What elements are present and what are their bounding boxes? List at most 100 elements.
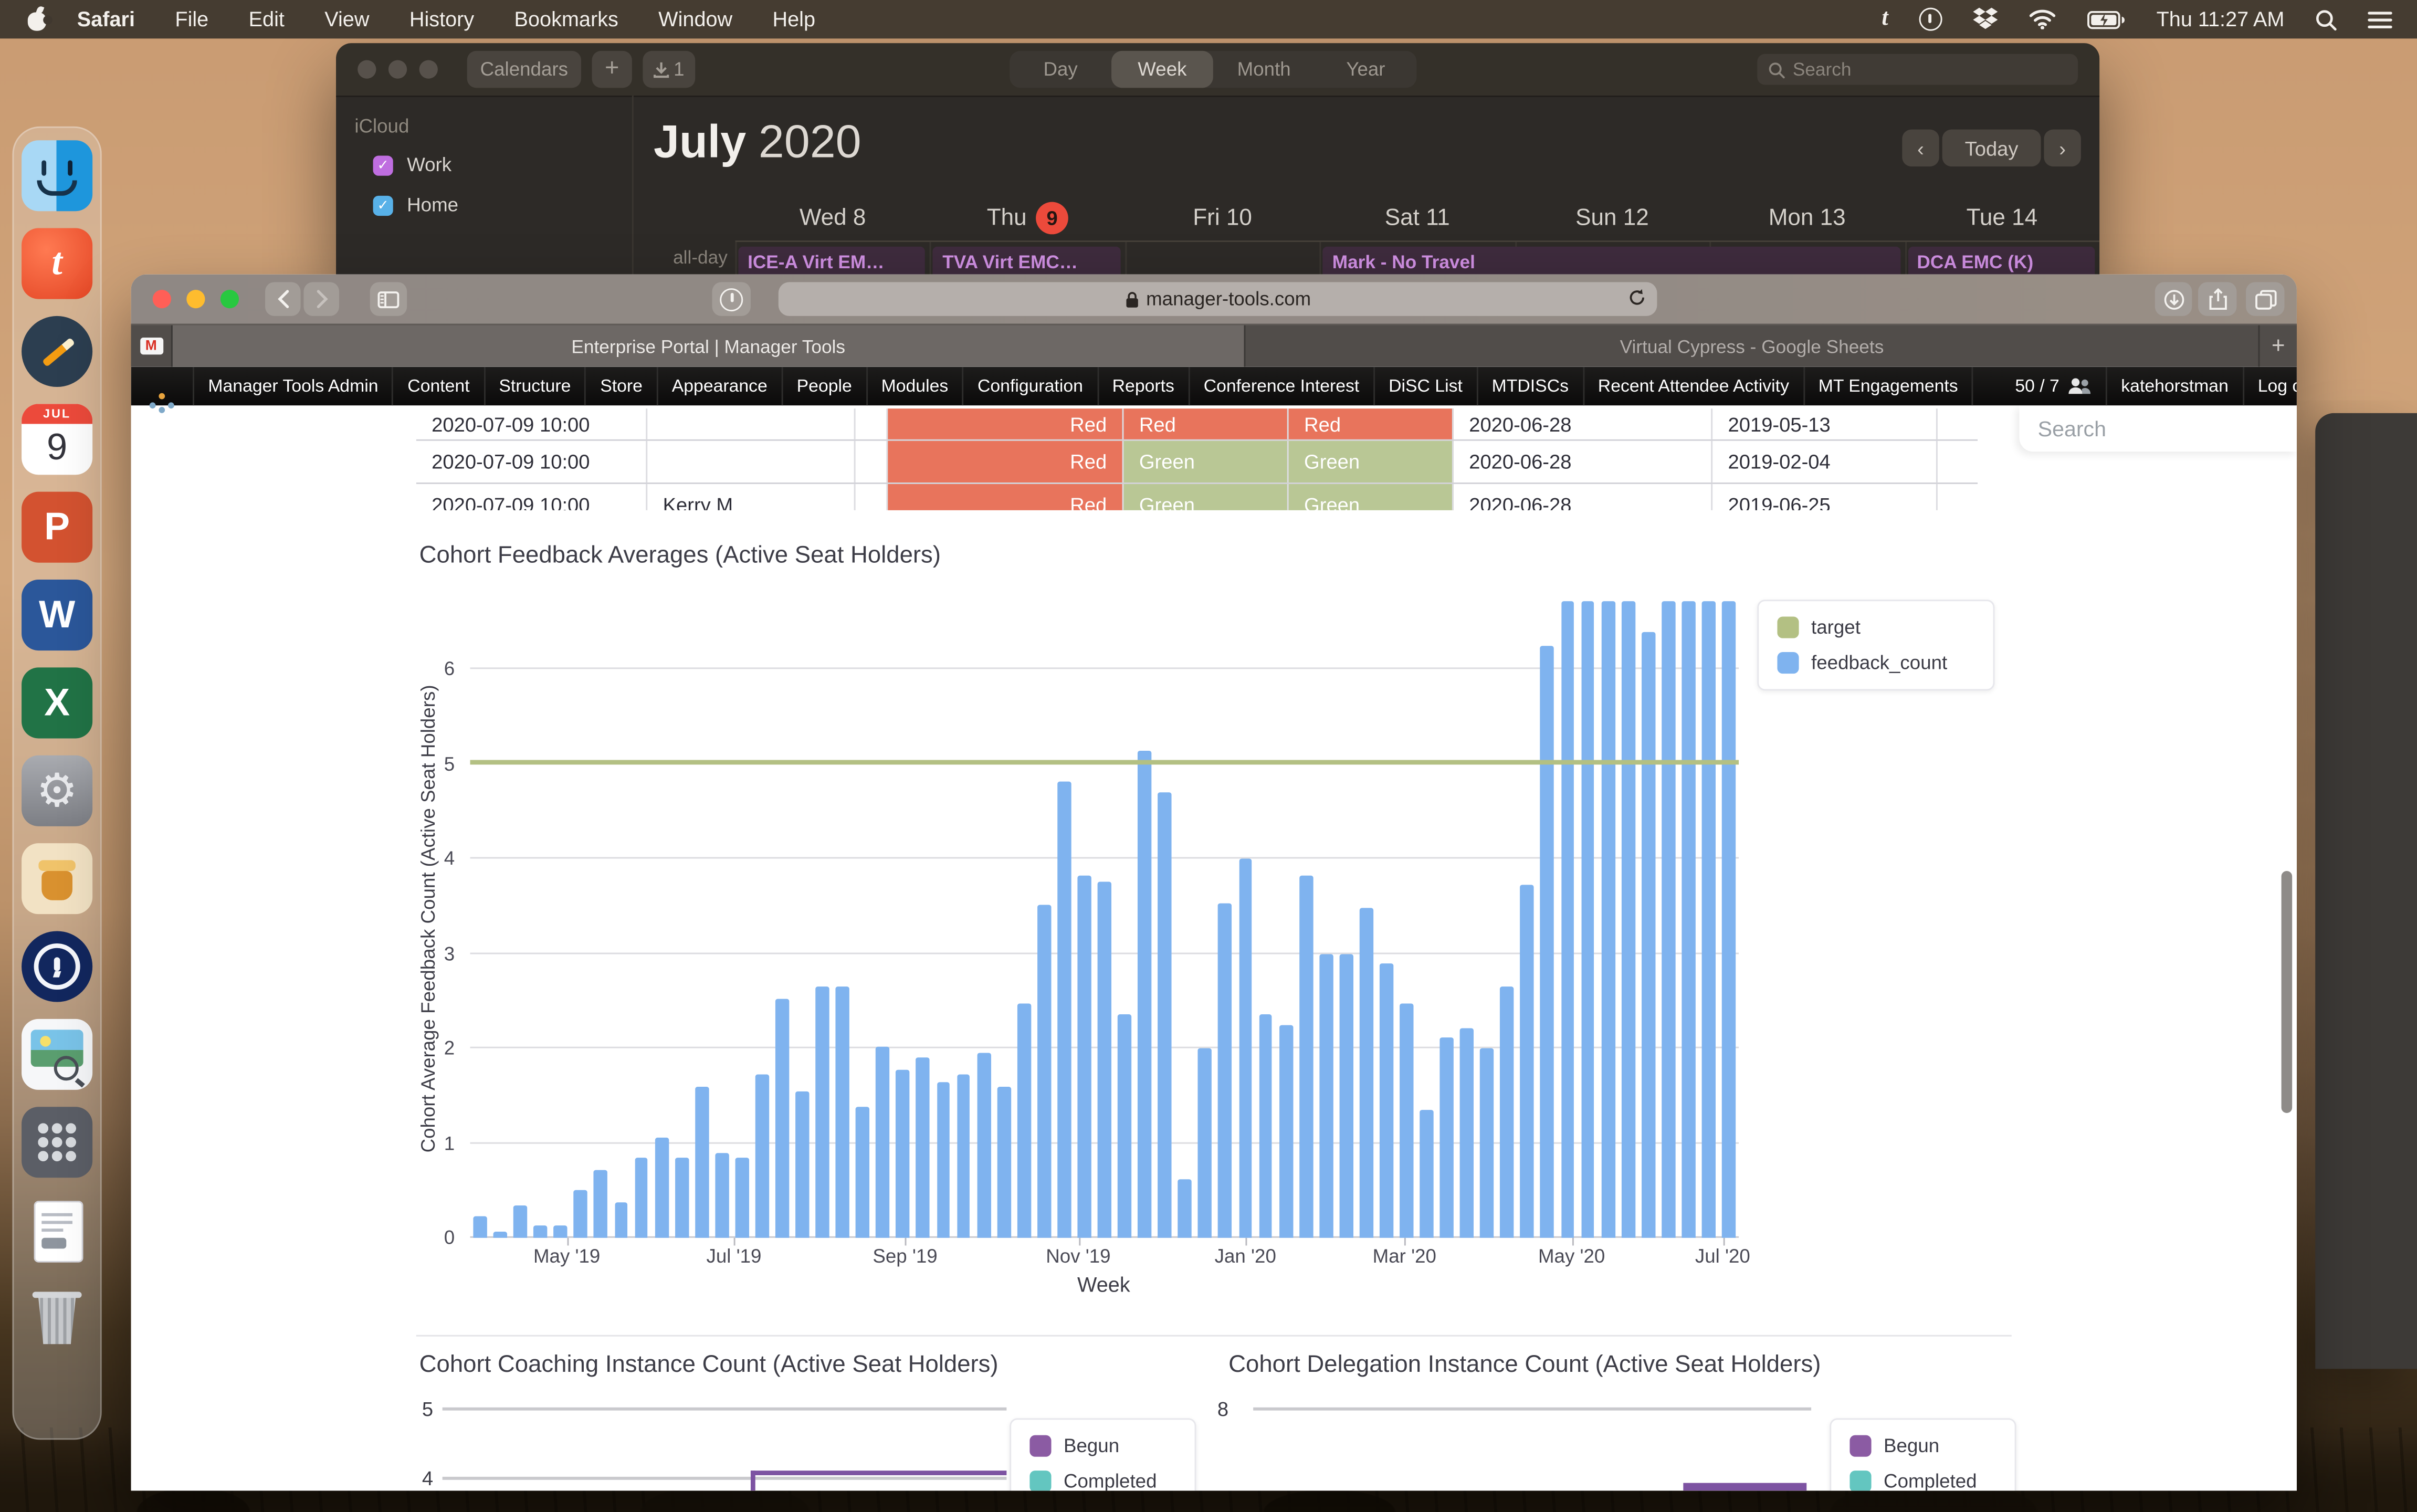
- apple-menu-icon[interactable]: [28, 8, 48, 31]
- tab-enterprise-portal[interactable]: Enterprise Portal | Manager Tools: [173, 326, 1246, 367]
- sidebar-button[interactable]: [370, 282, 407, 316]
- all-day-event[interactable]: TVA Virt EMC…: [933, 247, 1121, 275]
- admin-nav-people[interactable]: People: [783, 367, 867, 405]
- address-bar[interactable]: manager-tools.com: [779, 282, 1657, 316]
- dock-calendar-icon[interactable]: JUL9: [22, 404, 92, 475]
- menu-clock[interactable]: Thu 11:27 AM: [2157, 8, 2285, 31]
- calendar-list-item-work[interactable]: ✓Work: [373, 154, 452, 176]
- dock-pencil-app-icon[interactable]: [22, 316, 92, 387]
- admin-nav-content[interactable]: Content: [394, 367, 485, 405]
- day-header[interactable]: Mon 13: [1710, 201, 1905, 235]
- one-password-icon[interactable]: [1919, 8, 1942, 31]
- page-search-input[interactable]: Search: [2019, 405, 2297, 452]
- dock-csv-document-icon[interactable]: [22, 1195, 92, 1266]
- admin-nav-conference-interest[interactable]: Conference Interest: [1190, 367, 1374, 405]
- tunnelblick-icon[interactable]: t: [1882, 9, 1888, 29]
- day-header[interactable]: Tue 14: [1905, 201, 2099, 235]
- day-header[interactable]: Thu9: [930, 201, 1125, 235]
- dock-excel-icon[interactable]: X: [22, 667, 92, 738]
- admin-nav-manager-tools-admin[interactable]: Manager Tools Admin: [194, 367, 394, 405]
- zoom-button[interactable]: [220, 290, 239, 308]
- scrollbar-thumb[interactable]: [2282, 871, 2293, 1113]
- admin-nav-appearance[interactable]: Appearance: [658, 367, 783, 405]
- logout-link[interactable]: Log out: [2244, 367, 2297, 405]
- tab-overview-button[interactable]: [2246, 282, 2284, 316]
- dropbox-icon[interactable]: [1973, 8, 1998, 31]
- prev-week-button[interactable]: ‹: [1902, 130, 1939, 166]
- list-menu-icon[interactable]: [2368, 10, 2392, 28]
- reload-icon[interactable]: [1628, 288, 1646, 307]
- wifi-icon[interactable]: [2029, 9, 2056, 29]
- today-button[interactable]: Today: [1942, 130, 2041, 166]
- admin-nav-disc-list[interactable]: DiSC List: [1375, 367, 1478, 405]
- view-tab-year[interactable]: Year: [1315, 51, 1417, 88]
- dock-t-app-icon[interactable]: t: [22, 228, 92, 299]
- calendar-close-button[interactable]: [358, 60, 376, 79]
- admin-nav-modules[interactable]: Modules: [867, 367, 963, 405]
- close-button[interactable]: [153, 290, 171, 308]
- view-tab-month[interactable]: Month: [1213, 51, 1315, 88]
- all-day-event[interactable]: Mark - No Travel: [1323, 247, 1900, 275]
- view-tab-week[interactable]: Week: [1111, 51, 1213, 88]
- dock-powerpoint-icon[interactable]: P: [22, 492, 92, 563]
- tab-google-sheets[interactable]: Virtual Cypress - Google Sheets: [1245, 326, 2260, 367]
- spotlight-search-icon[interactable]: [2315, 8, 2337, 30]
- share-button[interactable]: [2198, 282, 2236, 316]
- menu-item-window[interactable]: Window: [638, 8, 752, 31]
- back-button[interactable]: [265, 282, 301, 316]
- day-header[interactable]: Sun 12: [1515, 201, 1709, 235]
- add-event-button[interactable]: +: [592, 51, 632, 88]
- table-row[interactable]: 2020-07-09 10:00RedRedRed2020-06-282019-…: [416, 408, 1978, 441]
- calendar-minimize-button[interactable]: [388, 60, 407, 79]
- menu-item-file[interactable]: File: [155, 8, 228, 31]
- background-window-edge[interactable]: [2315, 413, 2417, 1369]
- calendar-list-item-home[interactable]: ✓Home: [373, 194, 459, 216]
- admin-home-icon[interactable]: [131, 367, 194, 405]
- table-row[interactable]: 2020-07-09 10:00Kerry MRedGreenGreen2020…: [416, 484, 1978, 510]
- invitations-button[interactable]: 1: [643, 51, 695, 88]
- forward-button[interactable]: [303, 282, 339, 316]
- day-header[interactable]: Sat 11: [1320, 201, 1515, 235]
- menu-item-view[interactable]: View: [304, 8, 390, 31]
- dock-keypad-app-icon[interactable]: [22, 1107, 92, 1178]
- calendar-checkbox-home[interactable]: ✓: [373, 195, 393, 215]
- dock-trash-icon[interactable]: [22, 1283, 92, 1353]
- calendar-search-field[interactable]: Search: [1757, 54, 2078, 85]
- admin-nav-mt-engagements[interactable]: MT Engagements: [1804, 367, 1973, 405]
- pinned-gmail-tab[interactable]: M: [131, 326, 173, 367]
- menu-app-name[interactable]: Safari: [57, 8, 155, 31]
- new-tab-button[interactable]: +: [2260, 326, 2296, 367]
- menu-item-help[interactable]: Help: [752, 8, 835, 31]
- dock-honey-app-icon[interactable]: [22, 843, 92, 914]
- downloads-button[interactable]: [2155, 282, 2192, 316]
- admin-nav-configuration[interactable]: Configuration: [964, 367, 1099, 405]
- admin-nav-mtdiscs[interactable]: MTDISCs: [1478, 367, 1584, 405]
- menu-item-edit[interactable]: Edit: [228, 8, 304, 31]
- admin-nav-reports[interactable]: Reports: [1098, 367, 1190, 405]
- view-tab-day[interactable]: Day: [1010, 51, 1111, 88]
- all-day-event[interactable]: DCA EMC (K): [1908, 247, 2095, 275]
- dock-system-preferences-icon[interactable]: ⚙: [22, 755, 92, 826]
- seat-count[interactable]: 50 / 7: [2001, 367, 2107, 405]
- day-header[interactable]: Fri 10: [1125, 201, 1320, 235]
- all-day-event[interactable]: ICE-A Virt EM…: [738, 247, 926, 275]
- one-password-extension-button[interactable]: [712, 282, 751, 316]
- calendar-checkbox-work[interactable]: ✓: [373, 155, 393, 175]
- calendar-zoom-button[interactable]: [419, 60, 438, 79]
- calendars-button[interactable]: Calendars: [467, 51, 581, 88]
- dock-one-password-icon[interactable]: [22, 931, 92, 1002]
- menu-item-bookmarks[interactable]: Bookmarks: [494, 8, 638, 31]
- dock-finder-icon[interactable]: [22, 140, 92, 211]
- admin-user[interactable]: katehorstman: [2107, 367, 2244, 405]
- table-row[interactable]: 2020-07-09 10:00RedGreenGreen2020-06-282…: [416, 441, 1978, 484]
- dock-word-icon[interactable]: W: [22, 580, 92, 650]
- admin-nav-structure[interactable]: Structure: [485, 367, 586, 405]
- battery-icon[interactable]: [2087, 10, 2125, 28]
- next-week-button[interactable]: ›: [2044, 130, 2080, 166]
- day-header[interactable]: Wed 8: [735, 201, 930, 235]
- admin-nav-recent-attendee-activity[interactable]: Recent Attendee Activity: [1584, 367, 1804, 405]
- minimize-button[interactable]: [186, 290, 205, 308]
- admin-nav-store[interactable]: Store: [586, 367, 658, 405]
- menu-item-history[interactable]: History: [390, 8, 495, 31]
- dock-photos-viewer-icon[interactable]: [22, 1019, 92, 1090]
